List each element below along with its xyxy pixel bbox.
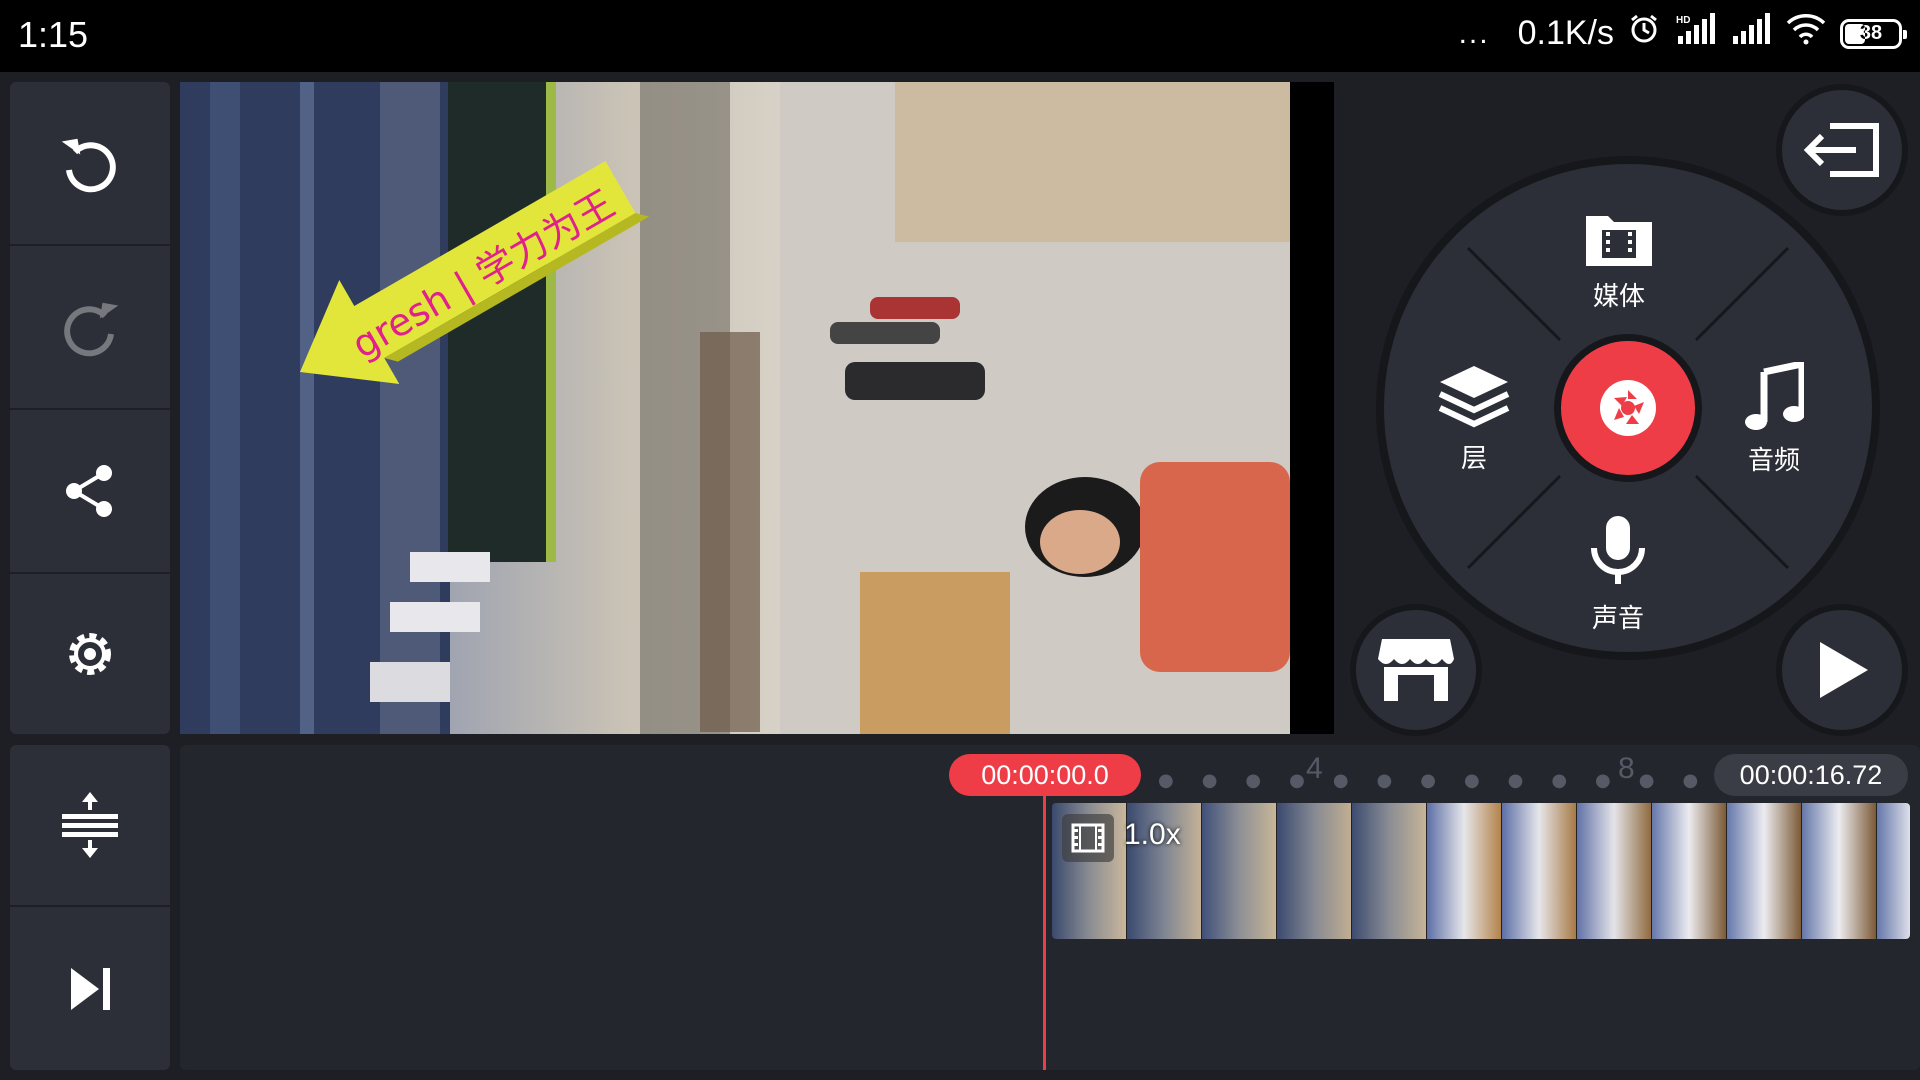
expand-timeline-button[interactable] [10,745,170,905]
status-icons: ... 0.1K/s HD 38 [1458,12,1907,55]
hd-signal-icon: HD [1674,12,1718,55]
network-speed: 0.1K/s [1517,14,1614,52]
preview-frame: gresh | 学力为王 [180,82,1290,734]
undo-icon [61,138,116,193]
settings-button[interactable] [10,574,170,734]
hd-label: HD [1676,15,1690,26]
voice-label: 声音 [1591,604,1644,634]
layer-button[interactable]: 层 [1438,364,1510,475]
status-bar: 1:15 ... 0.1K/s HD 38 [0,0,1920,72]
clip-speed: 1.0x [1124,818,1181,851]
audio-label: 音频 [1747,446,1800,476]
playhead[interactable] [1043,796,1046,1070]
clip-thumbnail [1352,803,1427,939]
battery-level: 38 [1859,22,1883,44]
play-button[interactable] [1776,604,1908,736]
audio-button[interactable]: 音频 [1744,362,1804,477]
skip-to-end-icon [71,967,110,1010]
microphone-icon [1591,516,1645,584]
wifi-icon [1786,13,1826,54]
layer-label: 层 [1460,444,1487,474]
share-icon [66,465,112,517]
clip-thumbnail [1427,803,1502,939]
action-wheel: 媒体 层 音频 声音 [1376,156,1880,660]
timeline-ruler: ●●●●●●●●●●●●●● [1158,770,1770,791]
music-note-icon [1745,362,1804,430]
asset-store-icon [1378,639,1454,701]
video-preview[interactable]: gresh | 学力为王 [180,82,1334,734]
media-button[interactable]: 媒体 [1584,208,1654,313]
voice-button[interactable]: 声音 [1590,514,1646,635]
clip-thumbnail [1277,803,1352,939]
more-dots: ... [1458,16,1490,50]
clip-thumbnail [1202,803,1277,939]
clip-thumbnail [1727,803,1802,939]
undo-button[interactable] [10,82,170,244]
clip-thumbnail [1577,803,1652,939]
camera-shutter-icon [1600,380,1656,436]
clip-thumbnail [1877,803,1910,939]
tick-label: 4 [1306,752,1323,785]
redo-button[interactable] [10,246,170,408]
clip-type-badge [1062,814,1114,862]
tick-label: 8 [1618,752,1635,785]
left-toolbar [10,82,170,734]
settings-icon [69,633,111,675]
media-label: 媒体 [1592,282,1645,312]
layer-icon [1438,366,1510,428]
skip-to-end-button[interactable] [10,907,170,1070]
share-button[interactable] [10,410,170,572]
play-icon [1820,642,1868,698]
film-icon [1071,823,1105,853]
expand-timeline-icon [62,792,118,858]
record-button[interactable] [1554,334,1702,482]
clip-thumbnail [1652,803,1727,939]
total-duration: 00:00:16.72 [1714,754,1908,796]
alarm-icon [1628,13,1660,54]
battery-icon: 38 [1840,18,1907,49]
media-icon [1586,216,1652,266]
redo-icon [64,302,119,357]
signal-icon [1732,12,1772,55]
current-time: 00:00:00.0 [949,754,1141,796]
timeline-toolbar [10,745,170,1070]
clip-thumbnail [1502,803,1577,939]
clock: 1:15 [18,14,89,55]
asset-store-button[interactable] [1350,604,1482,736]
clip-thumbnail [1802,803,1877,939]
